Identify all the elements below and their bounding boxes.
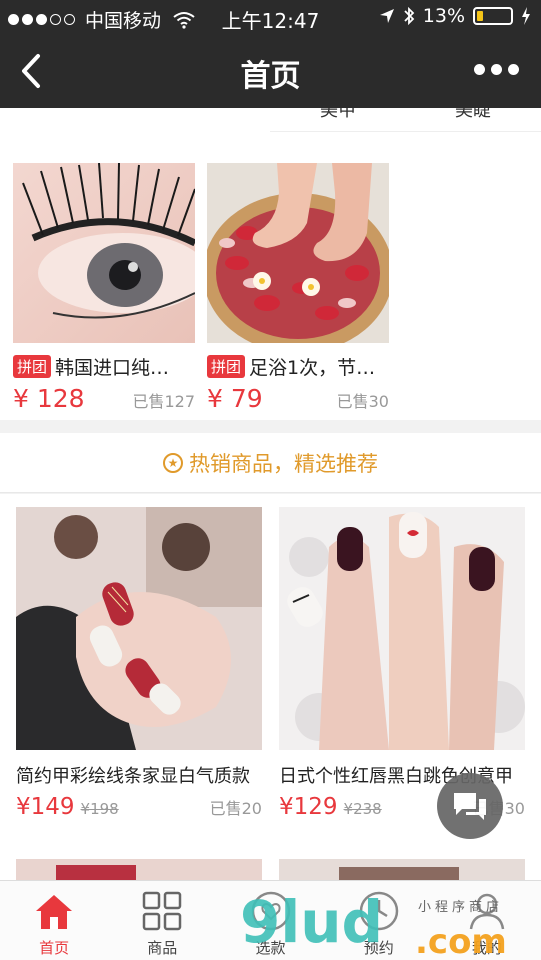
original-price: ¥238 [343, 800, 382, 818]
tab-label: 商品 [147, 939, 178, 957]
page-title: 首页 [240, 59, 301, 94]
product-name: 韩国进口纯… [55, 357, 170, 379]
tab-label: 我的 [471, 939, 502, 957]
location-icon [379, 9, 394, 23]
heart-icon [251, 891, 290, 931]
original-price: ¥198 [80, 800, 119, 818]
group-buy-tag: 拼团 [207, 355, 246, 378]
charging-icon [522, 7, 530, 25]
group-buy-section: 拼团 韩国进口纯… ¥ 128 已售127 拼团 足浴1次，节… ¥ 79 已售… [0, 150, 541, 420]
product-card[interactable]: 日式个性红唇黑白跳色创意甲 ¥129 ¥238 已售30 [279, 507, 525, 820]
hot-products-header: ★ 热销商品，精选推荐 [0, 433, 541, 493]
nail-art-image [16, 507, 262, 750]
tab-profile[interactable]: 我的 [433, 881, 541, 960]
product-price: ¥ 79 [207, 384, 263, 413]
tab-label: 首页 [39, 939, 70, 957]
sold-count: 已售127 [132, 392, 195, 411]
tab-manicure[interactable]: 美甲 [320, 108, 356, 122]
tab-products[interactable]: 商品 [108, 881, 216, 960]
foot-bath-image [207, 163, 389, 343]
customer-service-chat-button[interactable] [437, 773, 503, 839]
status-bar: 中国移动 上午12:47 13% [0, 0, 541, 34]
tab-select-style[interactable]: 选款 [216, 881, 324, 960]
next-product-peek [279, 859, 525, 880]
chat-bubble-icon [454, 793, 486, 820]
eyelash-image [13, 163, 195, 343]
tab-home[interactable]: 首页 [0, 881, 108, 960]
category-tabs: 美甲 美睫 [270, 108, 541, 132]
hot-section-title: 热销商品，精选推荐 [189, 451, 378, 476]
grid-icon [143, 891, 182, 931]
tab-label: 选款 [255, 939, 286, 957]
bottom-tab-bar: 首页 商品 选款 预约 我的 [0, 880, 541, 960]
more-options-icon[interactable] [474, 64, 519, 75]
bluetooth-icon [404, 6, 415, 26]
battery-percent: 13% [422, 5, 465, 27]
nail-art-image [279, 507, 525, 750]
tab-booking[interactable]: 预约 [325, 881, 433, 960]
product-name: 简约甲彩绘线条家显白气质款 [16, 766, 250, 787]
group-buy-card[interactable]: 拼团 韩国进口纯… ¥ 128 已售127 [13, 163, 195, 413]
sold-count: 已售30 [336, 392, 389, 411]
next-product-peek [16, 859, 262, 880]
product-card[interactable]: 简约甲彩绘线条家显白气质款 ¥149 ¥198 已售20 [16, 507, 262, 820]
nav-bar: 首页 [0, 34, 541, 108]
product-price: ¥129 [279, 794, 338, 820]
tab-label: 预约 [363, 939, 394, 957]
clock-icon [359, 891, 398, 931]
sold-count: 已售20 [209, 799, 262, 818]
user-icon [469, 893, 505, 930]
product-price: ¥149 [16, 794, 75, 820]
group-buy-card[interactable]: 拼团 足浴1次，节… ¥ 79 已售30 [207, 163, 389, 413]
star-icon: ★ [163, 452, 183, 473]
group-buy-tag: 拼团 [13, 355, 52, 378]
tab-lashes[interactable]: 美睫 [455, 108, 491, 122]
product-name: 足浴1次，节… [249, 357, 376, 379]
home-icon [36, 895, 73, 929]
battery-icon [473, 7, 513, 25]
product-price: ¥ 128 [13, 384, 85, 413]
